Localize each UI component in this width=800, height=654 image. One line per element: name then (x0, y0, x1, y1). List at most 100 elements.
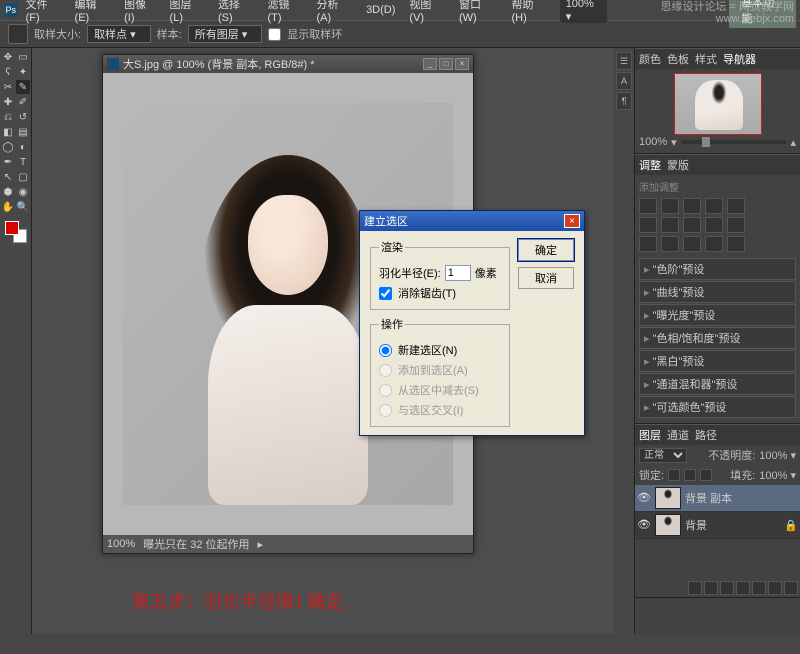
crop-tool[interactable]: ✂ (1, 80, 15, 94)
shape-tool[interactable]: ▢ (16, 170, 30, 184)
tab-masks[interactable]: 蒙版 (667, 157, 689, 173)
text-tool[interactable]: T (16, 155, 30, 169)
sample-from-dropdown[interactable]: 所有图层 ▾ (188, 25, 263, 43)
eyedropper-tool[interactable]: ✎ (16, 80, 30, 94)
tab-channels[interactable]: 通道 (667, 427, 689, 443)
marquee-tool[interactable]: ▭ (16, 50, 30, 64)
history-panel-icon[interactable]: ☰ (616, 52, 632, 70)
layer-name[interactable]: 背景 (685, 517, 707, 533)
layer-name[interactable]: 背景 副本 (685, 490, 732, 506)
pen-tool[interactable]: ✒ (1, 155, 15, 169)
wand-tool[interactable]: ✦ (16, 65, 30, 79)
lock-position-icon[interactable] (684, 469, 696, 481)
tab-navigator[interactable]: 导航器 (723, 51, 756, 67)
menu-window[interactable]: 窗口(W) (453, 0, 504, 26)
dialog-close-button[interactable]: × (564, 214, 580, 228)
menu-image[interactable]: 图像(I) (118, 0, 161, 26)
layer-group-icon[interactable] (752, 581, 766, 595)
blend-mode-select[interactable]: 正常 (639, 448, 687, 463)
layer-thumbnail[interactable] (655, 514, 681, 536)
navigator-thumbnail[interactable] (674, 73, 762, 135)
adj-hue-icon[interactable] (639, 217, 657, 233)
layer-mask-icon[interactable] (720, 581, 734, 595)
fill-value[interactable]: 100% ▾ (759, 469, 796, 482)
close-button[interactable]: × (455, 58, 469, 70)
layer-thumbnail[interactable] (655, 487, 681, 509)
op-new-radio[interactable] (379, 344, 392, 357)
lasso-tool[interactable]: ʕ (1, 65, 15, 79)
adj-levels-icon[interactable] (661, 198, 679, 214)
zoom-tool[interactable]: 🔍 (16, 200, 30, 214)
history-tool[interactable]: ↺ (16, 110, 30, 124)
char-panel-icon[interactable]: A (616, 72, 632, 90)
nav-zoom-value[interactable]: 100% (639, 136, 667, 148)
blur-tool[interactable]: ◯ (1, 140, 15, 154)
color-swatch[interactable] (5, 221, 27, 243)
menu-select[interactable]: 选择(S) (212, 0, 260, 26)
gradient-tool[interactable]: ▤ (16, 125, 30, 139)
feather-input[interactable] (445, 265, 471, 281)
adj-selcolor-icon[interactable] (727, 236, 745, 252)
adjustment-layer-icon[interactable] (736, 581, 750, 595)
lock-all-icon[interactable] (700, 469, 712, 481)
menu-help[interactable]: 帮助(H) (506, 0, 554, 26)
heal-tool[interactable]: ✚ (1, 95, 15, 109)
visibility-icon[interactable]: 👁 (637, 518, 651, 532)
menu-layer[interactable]: 图层(L) (164, 0, 210, 26)
layer-row-copy[interactable]: 👁 背景 副本 (635, 485, 800, 512)
menu-3d[interactable]: 3D(D) (360, 2, 401, 18)
3d-tool[interactable]: ⬢ (1, 185, 15, 199)
para-panel-icon[interactable]: ¶ (616, 92, 632, 110)
ok-button[interactable]: 确定 (518, 239, 574, 261)
maximize-button[interactable]: □ (439, 58, 453, 70)
adj-photo-icon[interactable] (705, 217, 723, 233)
minimize-button[interactable]: _ (423, 58, 437, 70)
nav-zoom-slider[interactable] (681, 140, 787, 144)
preset-levels[interactable]: "色阶"预设 (639, 258, 796, 280)
dodge-tool[interactable]: ◐ (16, 140, 30, 154)
preset-exposure[interactable]: "曝光度"预设 (639, 304, 796, 326)
adj-exposure-icon[interactable] (705, 198, 723, 214)
menu-filter[interactable]: 滤镜(T) (262, 0, 309, 26)
adj-balance-icon[interactable] (661, 217, 679, 233)
adj-vibrance-icon[interactable] (727, 198, 745, 214)
adj-mixer-icon[interactable] (727, 217, 745, 233)
adj-bw-icon[interactable] (683, 217, 701, 233)
dialog-titlebar[interactable]: 建立选区 × (360, 211, 584, 231)
lock-pixels-icon[interactable] (668, 469, 680, 481)
status-arrow-icon[interactable]: ▸ (258, 538, 264, 551)
adj-poster-icon[interactable] (661, 236, 679, 252)
eyedropper-icon[interactable] (8, 24, 28, 44)
path-tool[interactable]: ↖ (1, 170, 15, 184)
tab-layers[interactable]: 图层 (639, 427, 661, 443)
brush-tool[interactable]: ✐ (16, 95, 30, 109)
tab-styles[interactable]: 样式 (695, 51, 717, 67)
opacity-value[interactable]: 100% ▾ (759, 449, 796, 462)
eraser-tool[interactable]: ◧ (1, 125, 15, 139)
zoom-display[interactable]: 100% ▾ (560, 0, 608, 23)
zoom-in-icon[interactable]: ▴ (790, 136, 796, 149)
delete-layer-icon[interactable] (784, 581, 798, 595)
preset-curves[interactable]: "曲线"预设 (639, 281, 796, 303)
preset-bw[interactable]: "黑白"预设 (639, 350, 796, 372)
antialias-checkbox[interactable] (379, 287, 392, 300)
doc-zoom[interactable]: 100% (107, 538, 135, 550)
sample-size-dropdown[interactable]: 取样点 ▾ (87, 25, 151, 43)
adj-curves-icon[interactable] (683, 198, 701, 214)
stamp-tool[interactable]: ⎌ (1, 110, 15, 124)
adj-invert-icon[interactable] (639, 236, 657, 252)
tab-swatches[interactable]: 色板 (667, 51, 689, 67)
preset-selcolor[interactable]: "可选颜色"预设 (639, 396, 796, 418)
hand-tool[interactable]: ✋ (1, 200, 15, 214)
preset-hue[interactable]: "色相/饱和度"预设 (639, 327, 796, 349)
adj-threshold-icon[interactable] (683, 236, 701, 252)
show-ring-checkbox[interactable] (268, 28, 281, 41)
cancel-button[interactable]: 取消 (518, 267, 574, 289)
tab-paths[interactable]: 路径 (695, 427, 717, 443)
layer-fx-icon[interactable] (704, 581, 718, 595)
move-tool[interactable]: ✥ (1, 50, 15, 64)
adj-gradmap-icon[interactable] (705, 236, 723, 252)
visibility-icon[interactable]: 👁 (637, 491, 651, 505)
menu-edit[interactable]: 编辑(E) (69, 0, 117, 26)
new-layer-icon[interactable] (768, 581, 782, 595)
